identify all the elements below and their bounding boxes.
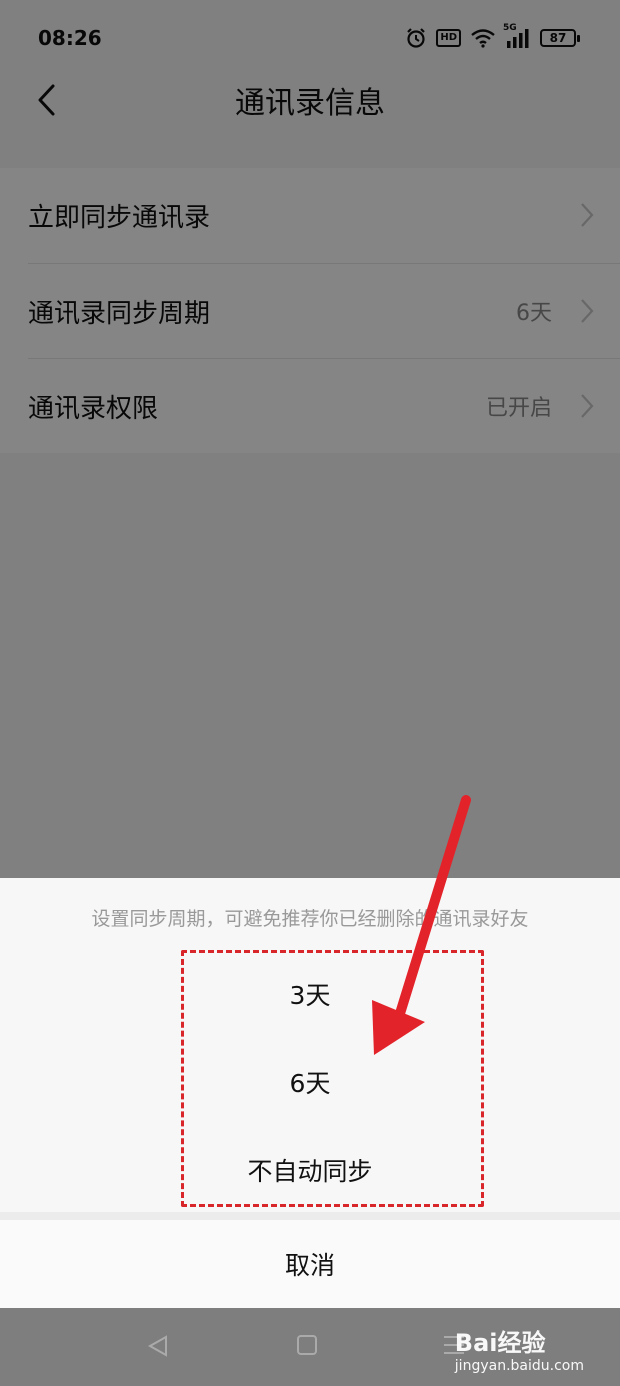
watermark-url: jingyan.baidu.com xyxy=(454,1358,584,1374)
annotation-highlight-box xyxy=(181,950,484,1207)
sheet-divider xyxy=(0,1212,620,1220)
nav-back-icon[interactable] xyxy=(146,1334,170,1362)
sheet-hint: 设置同步周期，可避免推荐你已经删除的通讯录好友 xyxy=(91,908,529,930)
nav-home-icon[interactable] xyxy=(296,1334,318,1360)
baidu-jingyan-watermark: Bai经验 jingyan.baidu.com xyxy=(455,1323,584,1374)
watermark-logo: Bai经验 xyxy=(454,1329,546,1357)
system-nav-bar: Bai经验 jingyan.baidu.com xyxy=(0,1308,620,1386)
cancel-button[interactable]: 取消 xyxy=(0,1220,620,1308)
